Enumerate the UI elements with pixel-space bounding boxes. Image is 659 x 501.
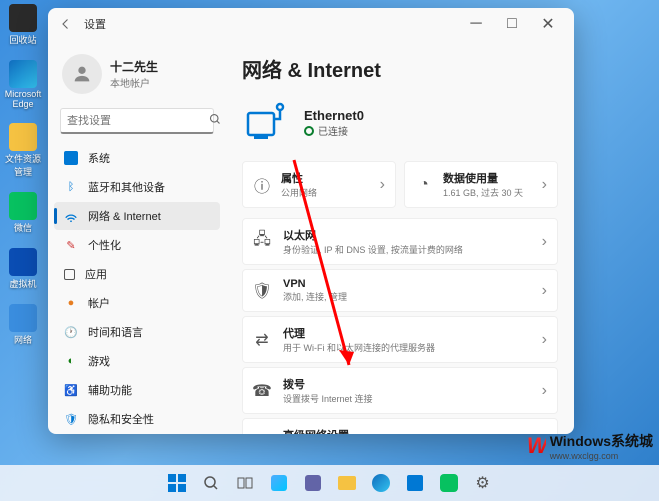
chevron-right-icon: ›	[380, 176, 385, 194]
ethernet-icon	[242, 99, 290, 147]
search-icon	[209, 112, 221, 130]
user-account[interactable]: 十二先生 本地帐户	[54, 48, 220, 108]
search-input[interactable]	[67, 115, 209, 127]
chevron-right-icon: ›	[542, 282, 547, 300]
page-heading: 网络 & Internet	[242, 54, 558, 83]
taskbar-store[interactable]	[400, 468, 430, 498]
connection-state: 已连接	[304, 123, 364, 138]
chevron-right-icon: ›	[542, 233, 547, 251]
network-icon	[64, 209, 78, 223]
card-data-usage[interactable]: ◔ 数据使用量1.61 GB, 过去 30 天 ›	[404, 161, 558, 208]
item-advanced[interactable]: ⚙ 高级网络设置查看所有网络适配器, 网络重置 ›	[242, 418, 558, 434]
titlebar: 设置 ─ □ ✕	[48, 8, 574, 40]
maximize-button[interactable]: □	[494, 10, 530, 38]
nav-accounts[interactable]: ●帐户	[54, 289, 220, 317]
shield-icon: 🛡	[64, 412, 78, 426]
desktop-icon-explorer[interactable]: 文件资源管理	[4, 123, 42, 178]
chevron-right-icon: ›	[542, 331, 547, 349]
desktop-icon-vm[interactable]: 虚拟机	[4, 248, 42, 290]
taskbar-edge[interactable]	[366, 468, 396, 498]
desktop-icon-recycle[interactable]: 回收站	[4, 4, 42, 46]
chevron-right-icon: ›	[542, 176, 547, 194]
advanced-net-icon: ⚙	[253, 433, 271, 435]
settings-window: 设置 ─ □ ✕ 十二先生 本地帐户 系统 ᛒ蓝牙和其他设备 网络 & Inte…	[48, 8, 574, 434]
clock-icon: 🕐	[64, 325, 78, 339]
main-panel: 网络 & Internet Ethernet0 已连接 ⓘ 属性公用网络 › ◔	[226, 40, 574, 434]
taskbar-settings[interactable]: ⚙	[468, 468, 498, 498]
brush-icon: ✎	[64, 238, 78, 252]
taskbar-chat[interactable]	[298, 468, 328, 498]
desktop-icons: 回收站 Microsoft Edge 文件资源管理 微信 虚拟机 网络	[4, 4, 42, 346]
nav-privacy[interactable]: 🛡隐私和安全性	[54, 405, 220, 433]
vpn-shield-icon: 🛡	[253, 282, 271, 300]
user-name: 十二先生	[110, 58, 158, 75]
watermark-logo: W	[527, 433, 546, 459]
taskbar-explorer[interactable]	[332, 468, 362, 498]
desktop-icon-wechat[interactable]: 微信	[4, 192, 42, 234]
minimize-button[interactable]: ─	[458, 10, 494, 38]
search-box[interactable]	[60, 108, 214, 134]
close-button[interactable]: ✕	[530, 10, 566, 38]
avatar	[62, 54, 102, 94]
user-type: 本地帐户	[110, 75, 158, 90]
dialup-icon: ☎	[253, 382, 271, 400]
watermark-url: www.wxclgg.com	[550, 451, 653, 461]
connection-name: Ethernet0	[304, 108, 364, 123]
desktop-icon-edge[interactable]: Microsoft Edge	[4, 60, 42, 109]
bluetooth-icon: ᛒ	[64, 180, 78, 194]
gamepad-icon: ◐	[64, 354, 78, 368]
nav-gaming[interactable]: ◐游戏	[54, 347, 220, 375]
item-dialup[interactable]: ☎ 拨号设置拨号 Internet 连接 ›	[242, 367, 558, 414]
connection-status: Ethernet0 已连接	[242, 99, 558, 147]
nav-apps[interactable]: 应用	[54, 260, 220, 288]
taskbar-taskview[interactable]	[230, 468, 260, 498]
window-title: 设置	[84, 16, 106, 32]
chevron-right-icon: ›	[542, 382, 547, 400]
item-vpn[interactable]: 🛡 VPN添加, 连接, 管理 ›	[242, 269, 558, 312]
proxy-icon: ⇄	[253, 331, 271, 349]
nav-time-language[interactable]: 🕐时间和语言	[54, 318, 220, 346]
taskbar-search[interactable]	[196, 468, 226, 498]
info-icon: ⓘ	[253, 176, 271, 194]
nav-personalization[interactable]: ✎个性化	[54, 231, 220, 259]
apps-icon	[64, 269, 75, 280]
system-icon	[64, 151, 78, 165]
ethernet-port-icon: 🖧	[253, 233, 271, 251]
person-icon: ●	[64, 296, 78, 310]
nav-network[interactable]: 网络 & Internet	[54, 202, 220, 230]
back-button[interactable]	[56, 14, 76, 34]
data-usage-icon: ◔	[415, 176, 433, 194]
nav-accessibility[interactable]: ♿辅助功能	[54, 376, 220, 404]
item-ethernet[interactable]: 🖧 以太网身份验证, IP 和 DNS 设置, 按流量计费的网络 ›	[242, 218, 558, 265]
accessibility-icon: ♿	[64, 383, 78, 397]
sidebar: 十二先生 本地帐户 系统 ᛒ蓝牙和其他设备 网络 & Internet ✎个性化…	[48, 40, 226, 434]
watermark-title: Windows系统城	[550, 431, 653, 451]
card-properties[interactable]: ⓘ 属性公用网络 ›	[242, 161, 396, 208]
taskbar-widgets[interactable]	[264, 468, 294, 498]
start-button[interactable]	[162, 468, 192, 498]
status-dot-icon	[304, 126, 314, 136]
item-proxy[interactable]: ⇄ 代理用于 Wi-Fi 和以太网连接的代理服务器 ›	[242, 316, 558, 363]
nav-system[interactable]: 系统	[54, 144, 220, 172]
taskbar-wechat[interactable]	[434, 468, 464, 498]
nav-bluetooth[interactable]: ᛒ蓝牙和其他设备	[54, 173, 220, 201]
desktop-icon-network[interactable]: 网络	[4, 304, 42, 346]
watermark: W Windows系统城 www.wxclgg.com	[527, 431, 653, 461]
taskbar: ⚙	[0, 465, 659, 501]
